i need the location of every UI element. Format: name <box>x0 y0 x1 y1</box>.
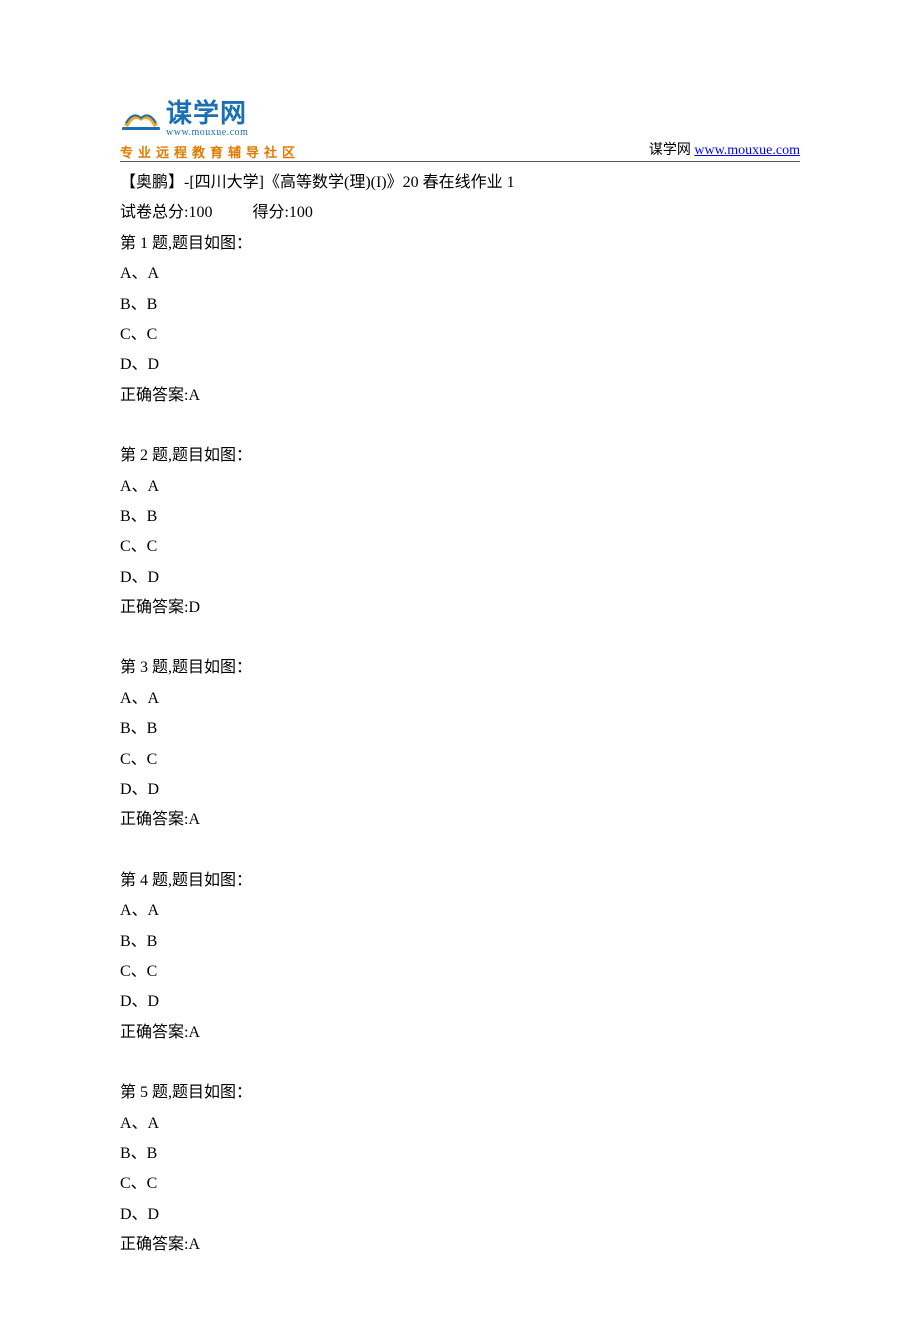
question-answer: 正确答案:A <box>120 1018 800 1048</box>
header-site-label: 谋学网 <box>649 143 691 158</box>
question-heading: 第 2 题,题目如图： <box>120 441 800 471</box>
question-heading: 第 3 题,题目如图： <box>120 653 800 683</box>
question-option: B、B <box>120 502 800 532</box>
question-answer: 正确答案:A <box>120 381 800 411</box>
question-heading: 第 5 题,题目如图： <box>120 1078 800 1108</box>
question-block: 第 3 题,题目如图：A、AB、BC、CD、D正确答案:A <box>120 653 800 835</box>
question-option: C、C <box>120 1169 800 1199</box>
doc-title: 【奥鹏】-[四川大学]《高等数学(理)(I)》20 春在线作业 1 <box>120 168 800 198</box>
question-heading: 第 4 题,题目如图： <box>120 866 800 896</box>
question-option: C、C <box>120 320 800 350</box>
question-heading: 第 1 题,题目如图： <box>120 229 800 259</box>
question-answer: 正确答案:D <box>120 593 800 623</box>
question-option: B、B <box>120 1139 800 1169</box>
question-option: A、A <box>120 259 800 289</box>
question-option: A、A <box>120 896 800 926</box>
question-option: A、A <box>120 684 800 714</box>
score-total: 试卷总分:100 <box>120 204 212 221</box>
question-option: D、D <box>120 350 800 380</box>
question-answer: 正确答案:A <box>120 1230 800 1260</box>
question-option: D、D <box>120 775 800 805</box>
question-option: B、B <box>120 290 800 320</box>
question-option: A、A <box>120 1109 800 1139</box>
question-block: 第 2 题,题目如图：A、AB、BC、CD、D正确答案:D <box>120 441 800 623</box>
logo-tagline: 专业远程教育辅导社区 <box>120 142 300 161</box>
logo-block: 谋学网 www.mouxue.com 专业远程教育辅导社区 <box>120 100 300 161</box>
question-option: C、C <box>120 745 800 775</box>
question-option: B、B <box>120 714 800 744</box>
score-line: 试卷总分:100 得分:100 <box>120 198 800 228</box>
logo-icon <box>120 103 162 135</box>
header-right: 谋学网 www.mouxue.com <box>649 139 800 161</box>
header-site-link[interactable]: www.mouxue.com <box>694 143 800 158</box>
question-option: B、B <box>120 927 800 957</box>
score-got: 得分:100 <box>252 204 312 221</box>
logo-url: www.mouxue.com <box>166 128 248 138</box>
page-header: 谋学网 www.mouxue.com 专业远程教育辅导社区 谋学网 www.mo… <box>120 100 800 162</box>
question-option: D、D <box>120 563 800 593</box>
question-option: D、D <box>120 987 800 1017</box>
question-block: 第 1 题,题目如图：A、AB、BC、CD、D正确答案:A <box>120 229 800 411</box>
question-block: 第 5 题,题目如图：A、AB、BC、CD、D正确答案:A <box>120 1078 800 1260</box>
question-option: C、C <box>120 532 800 562</box>
question-answer: 正确答案:A <box>120 805 800 835</box>
question-option: D、D <box>120 1200 800 1230</box>
logo-name: 谋学网 <box>166 100 248 126</box>
document-body: 【奥鹏】-[四川大学]《高等数学(理)(I)》20 春在线作业 1 试卷总分:1… <box>120 168 800 1261</box>
question-block: 第 4 题,题目如图：A、AB、BC、CD、D正确答案:A <box>120 866 800 1048</box>
question-option: C、C <box>120 957 800 987</box>
question-option: A、A <box>120 472 800 502</box>
